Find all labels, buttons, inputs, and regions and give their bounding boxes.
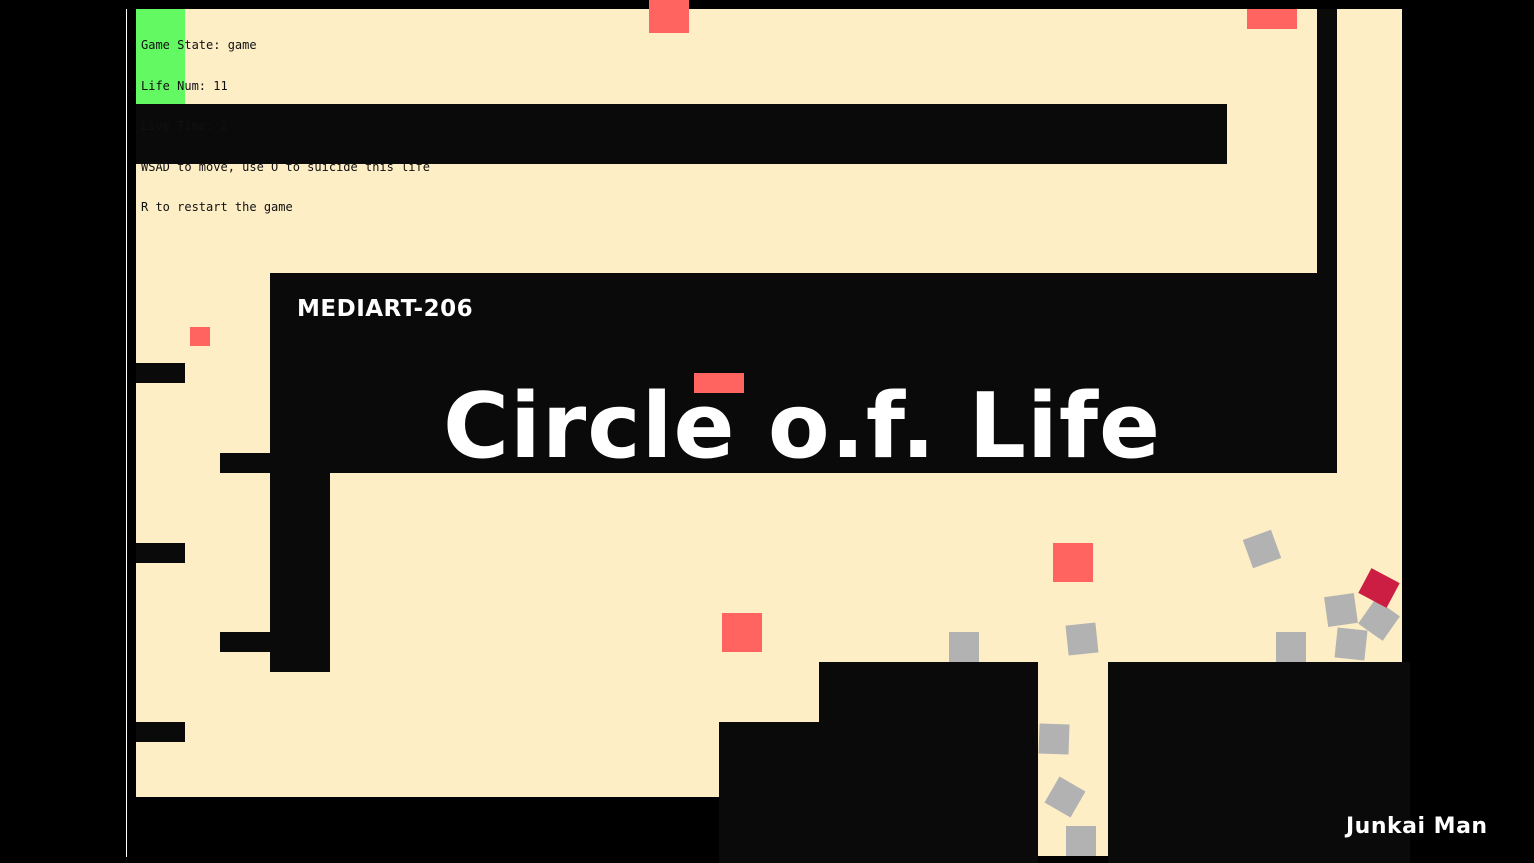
wall-ledge-1 xyxy=(136,363,185,383)
corpse-block xyxy=(1038,723,1070,755)
hazard-block xyxy=(1053,543,1093,582)
hud-panel: Game State: game Life Num: 11 Live Time:… xyxy=(141,12,430,242)
hud-restart-hint: R to restart the game xyxy=(141,200,293,214)
game-title: Circle o.f. Life xyxy=(443,374,1162,479)
hazard-block xyxy=(722,613,762,652)
wall-bottom-step-upper xyxy=(819,662,1038,722)
game-canvas[interactable]: Game State: game Life Num: 11 Live Time:… xyxy=(0,0,1534,863)
wall-ledge-5 xyxy=(136,722,185,742)
hazard-block xyxy=(1247,9,1297,29)
floor-right-column xyxy=(1337,9,1402,662)
hud-life-num: Life Num: 11 xyxy=(141,78,228,93)
hazard-block xyxy=(190,327,210,346)
corpse-block xyxy=(1066,826,1096,856)
hud-live-time: Live Time: 2 xyxy=(141,119,228,133)
floor-corridor xyxy=(330,473,1337,662)
wall-pillar xyxy=(270,473,330,672)
wall-ledge-3 xyxy=(136,543,185,563)
wall-bottom-step xyxy=(719,722,1038,863)
wall-right-divider xyxy=(1317,9,1337,273)
hud-controls-hint: WSAD to move, use O to suicide this life xyxy=(141,159,430,174)
hazard-block xyxy=(649,0,689,33)
floor-left-column xyxy=(136,273,270,797)
corpse-block xyxy=(1276,632,1306,662)
corpse-block xyxy=(1324,593,1358,627)
wall-ledge-4 xyxy=(220,632,270,652)
corpse-block xyxy=(1334,627,1368,661)
wall-ledge-2 xyxy=(220,453,270,473)
corpse-block xyxy=(1065,622,1099,656)
course-label: MEDIART-206 xyxy=(297,296,474,322)
corpse-block xyxy=(949,632,979,662)
hud-game-state: Game State: game xyxy=(141,38,257,52)
wall-left-edge xyxy=(126,9,127,857)
floor-bottom-step xyxy=(330,662,819,722)
author-credit: Junkai Man xyxy=(1346,814,1488,839)
